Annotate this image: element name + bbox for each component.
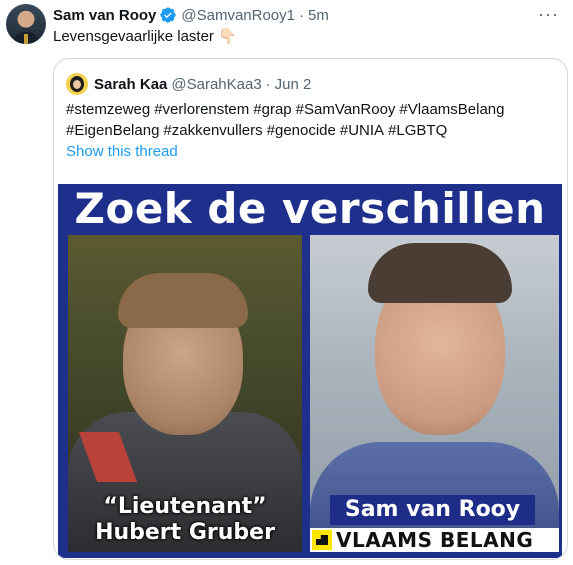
author-avatar[interactable] bbox=[6, 4, 46, 44]
quoted-tweet-text: #stemzeweg #verlorenstem #grap #SamVanRooy #… bbox=[66, 99, 546, 141]
more-options-icon[interactable]: ··· bbox=[538, 4, 559, 25]
hair-shape bbox=[118, 273, 248, 328]
separator-dot: · bbox=[299, 6, 304, 24]
author-name[interactable]: Sam van Rooy bbox=[53, 7, 156, 24]
meme-title: Zoek de verschillen bbox=[74, 184, 546, 233]
verified-badge-icon bbox=[160, 7, 177, 23]
quoted-tweet[interactable]: Sarah Kaa @SarahKaa3 · Jun 2 #stemzeweg #… bbox=[53, 58, 568, 560]
hashtag-link[interactable]: #LGBTQ bbox=[388, 122, 447, 139]
hashtag-link[interactable]: #SamVanRooy bbox=[296, 101, 396, 118]
left-caption-line1: “Lieutenant” bbox=[103, 494, 267, 519]
tweet-header: Sam van Rooy @SamvanRooy1 · 5m bbox=[53, 6, 329, 24]
hashtag-link[interactable]: #zakkenvullers bbox=[163, 122, 262, 139]
party-banner: VLAAMS BELANG bbox=[310, 528, 559, 552]
left-caption-line2: Hubert Gruber bbox=[95, 520, 275, 545]
hashtag-link[interactable]: #genocide bbox=[267, 122, 336, 139]
hashtag-link[interactable]: #stemzeweg bbox=[66, 101, 150, 118]
tweet-text: Levensgevaarlijke laster 👇🏻 bbox=[53, 28, 237, 45]
quoted-tweet-timestamp[interactable]: Jun 2 bbox=[275, 76, 312, 93]
hashtag-link[interactable]: #EigenBelang bbox=[66, 122, 159, 139]
hashtag-link[interactable]: #VlaamsBelang bbox=[399, 101, 504, 118]
tweet-timestamp[interactable]: 5m bbox=[308, 7, 329, 24]
quoted-tweet-header: Sarah Kaa @SarahKaa3 · Jun 2 bbox=[66, 73, 311, 95]
quoted-author-handle[interactable]: @SarahKaa3 bbox=[171, 76, 261, 93]
right-caption: Sam van Rooy bbox=[330, 495, 535, 525]
party-name: VLAAMS BELANG bbox=[336, 528, 534, 552]
photo-right: Sam van Rooy VLAAMS BELANG bbox=[310, 235, 559, 552]
show-thread-link[interactable]: Show this thread bbox=[66, 143, 178, 160]
separator-dot: · bbox=[265, 75, 271, 93]
hair-shape bbox=[368, 243, 512, 303]
photo-left: “Lieutenant” Hubert Gruber bbox=[68, 235, 302, 552]
quoted-tweet-image[interactable]: Zoek de verschillen “Lieutenant” Hubert … bbox=[58, 184, 562, 558]
quoted-author-avatar[interactable] bbox=[66, 73, 88, 95]
author-handle[interactable]: @SamvanRooy1 bbox=[181, 7, 295, 24]
party-logo-icon bbox=[312, 530, 332, 550]
hashtag-link[interactable]: #verlorenstem bbox=[154, 101, 249, 118]
quoted-author-name[interactable]: Sarah Kaa bbox=[94, 76, 167, 93]
hashtag-link[interactable]: #grap bbox=[253, 101, 291, 118]
left-caption: “Lieutenant” Hubert Gruber bbox=[68, 494, 302, 546]
hashtag-link[interactable]: #UNIA bbox=[340, 122, 384, 139]
